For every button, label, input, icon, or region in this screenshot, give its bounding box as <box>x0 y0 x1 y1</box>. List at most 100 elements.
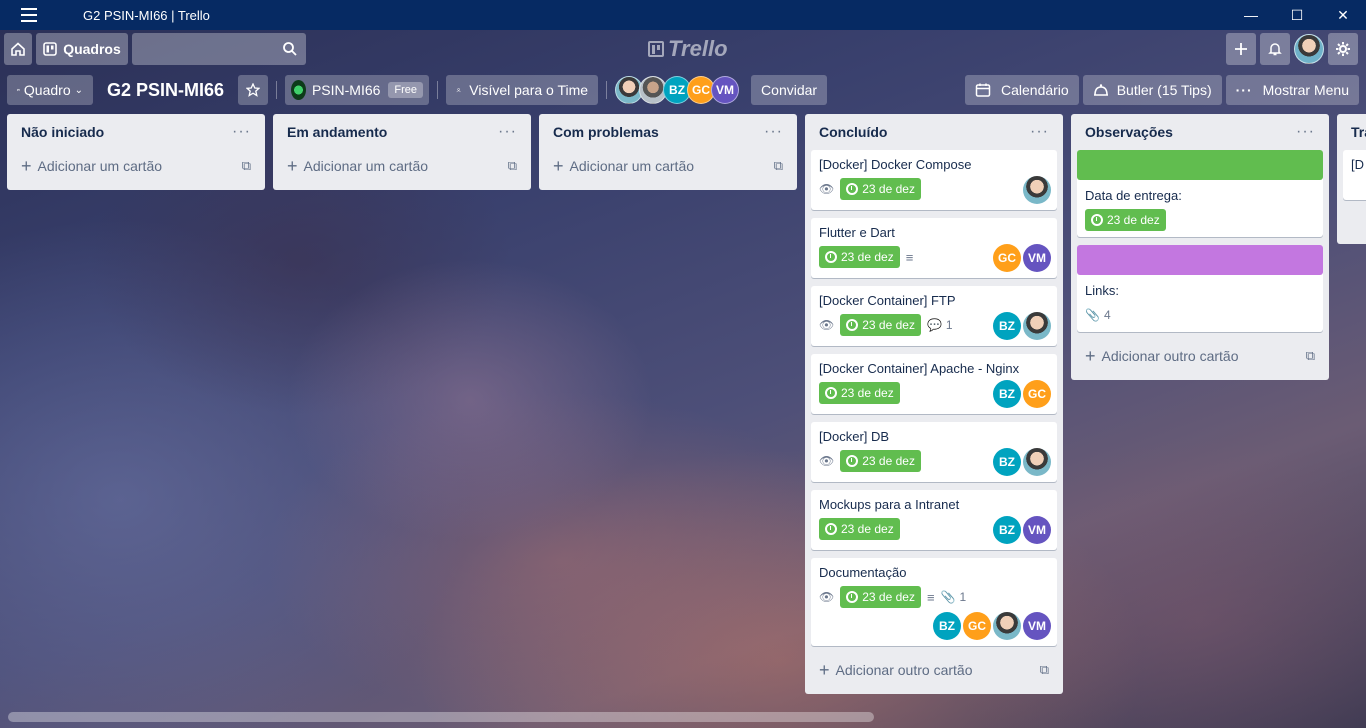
more-icon[interactable]: ··· <box>764 123 783 141</box>
plus-icon: + <box>1085 345 1096 366</box>
card[interactable]: Flutter e Dart 23 de dez ≡ GC VM <box>811 218 1057 278</box>
card-cover <box>1077 245 1323 275</box>
member-avatar[interactable]: VM <box>1023 244 1051 272</box>
list-title[interactable]: Em andamento <box>287 124 387 140</box>
list-title[interactable]: Concluído <box>819 124 887 140</box>
add-card-button[interactable]: + Adicionar outro cartão ⧉ <box>1077 340 1323 372</box>
card[interactable]: Mockups para a Intranet 23 de dez BZ VM <box>811 490 1057 550</box>
member-avatar[interactable]: VM <box>711 76 740 104</box>
settings-button[interactable] <box>1328 33 1358 65</box>
search-input[interactable] <box>132 33 306 65</box>
due-date: 23 de dez <box>862 318 915 332</box>
home-button[interactable] <box>4 33 32 65</box>
board-view-icon <box>17 88 20 92</box>
team-button[interactable]: PSIN-MI66 Free <box>285 75 430 105</box>
more-icon: ··· <box>1235 82 1253 98</box>
add-card-button[interactable]: + Adicionar um cartão ⧉ <box>13 150 259 182</box>
calendar-button[interactable]: Calendário <box>964 75 1079 105</box>
member-avatar[interactable] <box>1023 448 1051 476</box>
butler-icon <box>1093 84 1108 96</box>
member-avatar[interactable]: BZ <box>993 380 1021 408</box>
more-icon[interactable]: ··· <box>232 123 251 141</box>
due-date-badge[interactable]: 23 de dez <box>840 586 921 608</box>
star-button[interactable] <box>238 75 269 105</box>
attachments-badge: 📎 4 <box>1085 308 1111 322</box>
card[interactable]: Links: 📎 4 <box>1077 245 1323 332</box>
list: Não iniciado ··· + Adicionar um cartão ⧉ <box>7 114 265 190</box>
card[interactable]: Documentação 👁 23 de dez ≡ 📎 1 BZ GC VM <box>811 558 1057 646</box>
app-header: Quadros Trello <box>0 30 1366 68</box>
visibility-button[interactable]: Visível para o Time <box>446 75 599 105</box>
due-date-badge[interactable]: 23 de dez <box>819 518 900 540</box>
member-avatar[interactable]: BZ <box>993 312 1021 340</box>
card[interactable]: [Docker] DB 👁 23 de dez BZ <box>811 422 1057 482</box>
eye-icon: 👁 <box>819 318 835 332</box>
search-icon <box>283 42 297 56</box>
add-card-label: Adicionar outro cartão <box>835 662 973 678</box>
more-icon[interactable]: ··· <box>1296 123 1315 141</box>
member-avatar[interactable]: VM <box>1023 612 1051 640</box>
member-avatar[interactable] <box>993 612 1021 640</box>
user-avatar[interactable] <box>1294 34 1324 64</box>
template-icon[interactable]: ⧉ <box>508 158 517 174</box>
due-date-badge[interactable]: 23 de dez <box>819 382 900 404</box>
add-card-button[interactable]: + Adicionar outro cartão ⧉ <box>811 654 1057 686</box>
eye-icon: 👁 <box>819 182 835 196</box>
template-icon[interactable]: ⧉ <box>1040 662 1049 678</box>
show-menu-button[interactable]: ··· Mostrar Menu <box>1225 75 1359 105</box>
close-button[interactable]: ✕ <box>1320 0 1366 30</box>
member-avatar[interactable]: GC <box>1023 380 1051 408</box>
horizontal-scrollbar[interactable] <box>8 712 874 722</box>
notifications-button[interactable] <box>1260 33 1290 65</box>
card-title: [Docker Container] Apache - Nginx <box>819 361 1020 376</box>
template-icon[interactable]: ⧉ <box>242 158 251 174</box>
template-icon[interactable]: ⧉ <box>1306 348 1315 364</box>
board-view-switcher[interactable]: Quadro ⌄ <box>7 75 93 105</box>
minimize-button[interactable]: — <box>1228 0 1274 30</box>
template-icon[interactable]: ⧉ <box>774 158 783 174</box>
member-avatar[interactable]: VM <box>1023 516 1051 544</box>
list-title[interactable]: Com problemas <box>553 124 659 140</box>
add-card-button[interactable]: + Adicionar um cartão ⧉ <box>279 150 525 182</box>
member-avatar[interactable]: GC <box>963 612 991 640</box>
card-title: Documentação <box>819 565 907 580</box>
hamburger-menu-icon[interactable] <box>0 0 58 30</box>
member-avatar[interactable]: BZ <box>993 516 1021 544</box>
member-avatar[interactable]: BZ <box>933 612 961 640</box>
clock-icon <box>846 455 859 467</box>
butler-button[interactable]: Butler (15 Tips) <box>1082 75 1222 105</box>
due-date-badge[interactable]: 23 de dez <box>840 178 921 200</box>
member-avatar[interactable] <box>1023 312 1051 340</box>
card[interactable]: [Docker Container] FTP 👁 23 de dez 💬 1 BZ <box>811 286 1057 346</box>
card-cover <box>1077 150 1323 180</box>
card[interactable]: [Docker] Docker Compose 👁 23 de dez <box>811 150 1057 210</box>
due-date-badge[interactable]: 23 de dez <box>819 246 900 268</box>
due-date-badge[interactable]: 23 de dez <box>840 314 921 336</box>
plus-icon: + <box>287 155 298 176</box>
member-avatar[interactable]: GC <box>993 244 1021 272</box>
board-title[interactable]: G2 PSIN-MI66 <box>93 80 238 101</box>
home-icon <box>11 42 25 56</box>
trello-logo[interactable]: Trello <box>648 36 728 62</box>
card[interactable]: Data de entrega: 23 de dez <box>1077 150 1323 237</box>
maximize-button[interactable]: ☐ <box>1274 0 1320 30</box>
create-button[interactable] <box>1226 33 1256 65</box>
due-date-badge[interactable]: 23 de dez <box>1085 209 1166 231</box>
list-title[interactable]: Observações <box>1085 124 1173 140</box>
member-avatar[interactable] <box>1023 176 1051 204</box>
card[interactable]: [D <box>1343 150 1366 200</box>
visibility-label: Visível para o Time <box>469 82 589 98</box>
more-icon[interactable]: ··· <box>1030 123 1049 141</box>
list-title[interactable]: Tra <box>1351 124 1366 140</box>
divider <box>276 81 278 99</box>
member-avatar[interactable]: BZ <box>993 448 1021 476</box>
due-date-badge[interactable]: 23 de dez <box>840 450 921 472</box>
butler-label: Butler (15 Tips) <box>1116 82 1212 98</box>
show-menu-label: Mostrar Menu <box>1262 82 1349 98</box>
boards-button[interactable]: Quadros <box>36 33 128 65</box>
invite-button[interactable]: Convidar <box>751 75 828 105</box>
card[interactable]: [Docker Container] Apache - Nginx 23 de … <box>811 354 1057 414</box>
add-card-button[interactable]: + Adicionar um cartão ⧉ <box>545 150 791 182</box>
more-icon[interactable]: ··· <box>498 123 517 141</box>
list-title[interactable]: Não iniciado <box>21 124 104 140</box>
